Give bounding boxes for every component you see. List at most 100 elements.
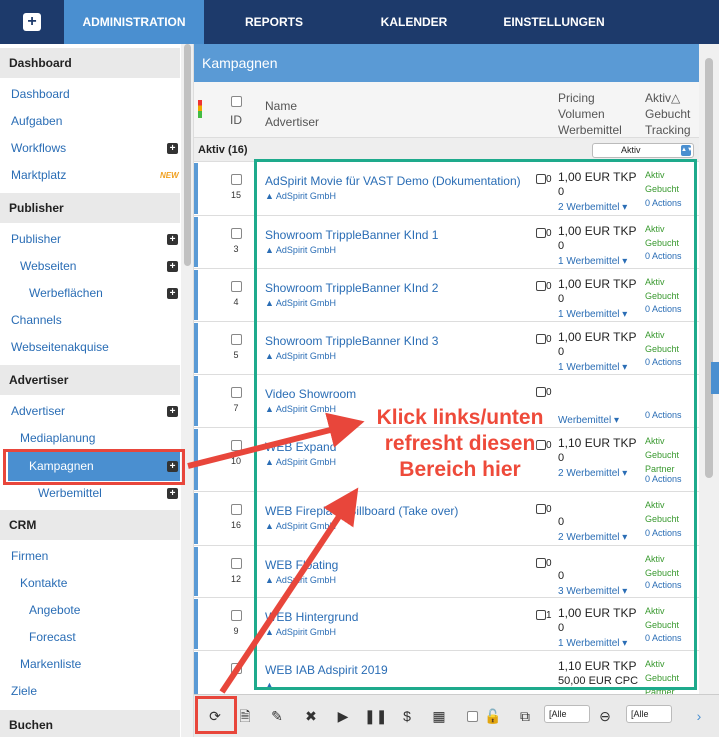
sidebar-scrollbar[interactable] (181, 44, 193, 737)
sidebar-item-werbeflaechen[interactable]: Werbeflächen (29, 280, 103, 306)
zoom-out-icon: ⊖ (599, 708, 611, 724)
sidebar-item-publisher[interactable]: Publisher (11, 226, 61, 252)
header-werbemittel[interactable]: Werbemittel (558, 122, 622, 138)
sidebar-item-kontakte[interactable]: Kontakte (20, 570, 67, 596)
zoom-out-button[interactable]: ⊖ (594, 705, 616, 727)
row-status-bar (194, 323, 198, 373)
sidebar-section-advertiser: Advertiser (0, 365, 180, 395)
sidebar-item-channels[interactable]: Channels (11, 307, 62, 333)
main-scrollbar-thumb[interactable] (705, 58, 713, 478)
add-button[interactable]: + (0, 0, 64, 44)
sidebar-item-advertiser[interactable]: Advertiser (11, 398, 65, 424)
sidebar-item-firmen[interactable]: Firmen (11, 543, 48, 569)
row-checkbox[interactable] (231, 334, 242, 345)
header-pricing[interactable]: Pricing (558, 90, 595, 106)
header-name[interactable]: Name (265, 98, 297, 114)
status-color-icon (198, 100, 202, 118)
new-badge: NEW (160, 171, 179, 180)
toolbar-select-2[interactable]: [Alle (626, 705, 672, 723)
row-checkbox[interactable] (231, 663, 242, 674)
select-arrows-icon: ▲▼ (681, 145, 693, 156)
pricing-button[interactable]: $ (396, 705, 418, 727)
row-checkbox[interactable] (231, 228, 242, 239)
header-tracking[interactable]: Tracking (645, 122, 691, 138)
toolbar-checkbox[interactable] (467, 711, 478, 722)
toolbar-select-1[interactable]: [Alle (544, 705, 590, 723)
sidebar-item-markenliste[interactable]: Markenliste (20, 651, 81, 677)
header-volumen[interactable]: Volumen (558, 106, 605, 122)
expand-plus-icon[interactable]: + (167, 143, 178, 154)
nav-einstellungen[interactable]: EINSTELLUNGEN (484, 0, 624, 44)
annotation-highlight-kampagnen (3, 449, 185, 485)
row-id: 4 (233, 297, 239, 307)
row-status-bar (194, 652, 198, 699)
bottom-toolbar: ⟳ 🗎 ✎ ✖ ▶ ❚❚ $ ▦ 🔓 ⧉ [Alle ⊖ [Alle › (194, 694, 719, 737)
row-checkbox[interactable] (231, 610, 242, 621)
sidebar-item-marktplatz[interactable]: Marktplatz (11, 162, 66, 188)
expand-plus-icon[interactable]: + (167, 261, 178, 272)
nav-administration[interactable]: ADMINISTRATION (64, 0, 204, 44)
sidebar-item-ziele[interactable]: Ziele (11, 678, 37, 704)
pencil-icon: ✎ (271, 708, 283, 724)
sidebar-scrollbar-thumb[interactable] (184, 44, 191, 266)
row-checkbox[interactable] (231, 174, 242, 185)
dollar-icon: $ (403, 708, 411, 724)
top-nav: + ADMINISTRATION REPORTS KALENDER EINSTE… (0, 0, 719, 44)
copy-icon: ⧉ (520, 708, 530, 724)
annotation-highlight-refresh (195, 696, 237, 734)
row-checkbox[interactable] (231, 504, 242, 515)
group-filter-value: Aktiv (621, 145, 641, 155)
header-id[interactable]: ID (230, 112, 242, 128)
sidebar-item-mediaplanung[interactable]: Mediaplanung (20, 425, 95, 451)
delete-button[interactable]: ✖ (300, 705, 322, 727)
row-checkbox[interactable] (231, 558, 242, 569)
nav-kalender[interactable]: KALENDER (344, 0, 484, 44)
sidebar-item-forecast[interactable]: Forecast (29, 624, 76, 650)
sidebar-item-webseitenakquise[interactable]: Webseitenakquise (11, 334, 109, 360)
row-checkbox[interactable] (231, 440, 242, 451)
header-gebucht[interactable]: Gebucht (645, 106, 690, 122)
row-checkbox[interactable] (231, 281, 242, 292)
plus-icon: + (23, 13, 41, 31)
unlock-button[interactable]: 🔓 (482, 705, 504, 727)
row-status-bar (194, 599, 198, 649)
document-icon: 🗎 (239, 708, 251, 724)
header-aktiv[interactable]: Aktiv△ (645, 90, 680, 106)
row-id: 16 (230, 520, 241, 530)
sidebar-item-webseiten[interactable]: Webseiten (20, 253, 76, 279)
toolbar-select-2-value: [Alle (631, 709, 649, 719)
pause-button[interactable]: ❚❚ (364, 705, 387, 727)
select-all-checkbox[interactable] (231, 96, 242, 107)
next-page-button[interactable]: › (688, 705, 710, 727)
row-checkbox[interactable] (231, 387, 242, 398)
excel-icon: ▦ (432, 708, 446, 724)
sidebar-item-aufgaben[interactable]: Aufgaben (11, 108, 62, 134)
expand-plus-icon[interactable]: + (167, 406, 178, 417)
table-header: ID Name Advertiser Pricing Volumen Werbe… (194, 82, 699, 138)
edit-button[interactable]: ✎ (266, 705, 288, 727)
annotation-line-1: Klick links/unten (376, 406, 544, 429)
excel-export-button[interactable]: ▦ (428, 705, 450, 727)
sidebar-item-angebote[interactable]: Angebote (29, 597, 80, 623)
group-filter-select[interactable]: Aktiv ▲▼ (592, 143, 694, 158)
chevron-right-icon: › (696, 708, 702, 724)
sidebar-item-dashboard[interactable]: Dashboard (11, 81, 70, 107)
expand-plus-icon[interactable]: + (167, 488, 178, 499)
new-document-button[interactable]: 🗎 (234, 705, 256, 727)
annotation-text: Klick links/unten refresht diesen Bereic… (360, 405, 560, 483)
play-icon: ▶ (337, 708, 349, 724)
play-button[interactable]: ▶ (332, 705, 354, 727)
sidebar-item-workflows[interactable]: Workflows (11, 135, 66, 161)
expand-plus-icon[interactable]: + (167, 234, 178, 245)
nav-reports[interactable]: REPORTS (204, 0, 344, 44)
row-status-bar (194, 376, 198, 426)
row-id: 12 (230, 574, 241, 584)
row-id: 9 (233, 626, 239, 636)
annotation-line-2: refresht diesen (384, 432, 536, 455)
header-advertiser[interactable]: Advertiser (265, 114, 319, 130)
close-icon: ✖ (305, 708, 317, 724)
expand-plus-icon[interactable]: + (167, 288, 178, 299)
copy-button[interactable]: ⧉ (514, 705, 536, 727)
unlock-icon: 🔓 (484, 708, 502, 724)
sidebar-section-publisher: Publisher (0, 193, 180, 223)
